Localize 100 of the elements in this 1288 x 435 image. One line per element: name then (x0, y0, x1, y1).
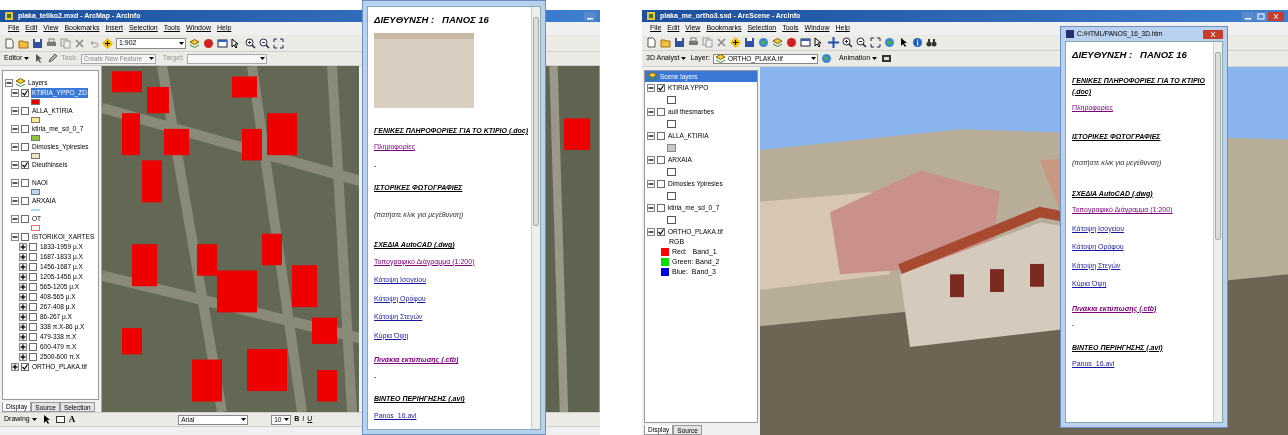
collapse-icon[interactable] (647, 203, 655, 212)
checkbox[interactable] (29, 323, 37, 331)
checkbox[interactable] (21, 215, 29, 223)
caret-icon[interactable] (23, 55, 31, 62)
expand-icon[interactable] (19, 273, 27, 281)
checkbox[interactable] (657, 227, 665, 236)
collapse-icon[interactable] (11, 215, 19, 223)
collapse-icon[interactable] (647, 83, 655, 92)
checkbox[interactable] (21, 179, 29, 187)
checkbox[interactable] (29, 303, 37, 311)
checkbox[interactable] (657, 83, 665, 92)
checkbox[interactable] (29, 243, 37, 251)
new-document-icon[interactable] (646, 37, 657, 48)
checkbox[interactable] (657, 179, 665, 188)
expand-icon[interactable] (19, 343, 27, 351)
sphere-icon[interactable] (203, 37, 214, 49)
text-tool-button[interactable]: A (68, 412, 76, 427)
checkbox[interactable] (657, 107, 665, 116)
checkbox[interactable] (21, 197, 29, 205)
checkbox[interactable] (657, 131, 665, 140)
caret-icon[interactable] (871, 55, 879, 62)
checkbox[interactable] (29, 273, 37, 281)
minimize-icon[interactable] (1242, 11, 1254, 21)
zoom-out-icon[interactable] (259, 37, 270, 49)
collapse-icon[interactable] (647, 179, 655, 188)
checkbox[interactable] (29, 293, 37, 301)
collapse-icon[interactable] (11, 143, 19, 151)
window-icon[interactable] (800, 37, 811, 48)
scrollbar[interactable] (1213, 42, 1222, 422)
window-icon[interactable] (217, 37, 228, 49)
zoom-in-icon[interactable] (842, 37, 853, 48)
collapse-icon[interactable] (647, 131, 655, 140)
checkbox[interactable] (21, 107, 29, 115)
checkbox[interactable] (29, 333, 37, 341)
collapse-icon[interactable] (11, 107, 19, 115)
collapse-icon[interactable] (5, 78, 13, 87)
collapse-icon[interactable] (11, 197, 19, 205)
checkbox[interactable] (21, 143, 29, 151)
layers-icon[interactable] (189, 37, 200, 49)
expand-icon[interactable] (19, 243, 27, 251)
delete-icon[interactable] (74, 37, 85, 49)
expand-icon[interactable] (19, 263, 27, 271)
caret-icon[interactable] (259, 55, 267, 62)
pointer-icon[interactable] (898, 37, 909, 48)
checkbox[interactable] (657, 155, 665, 164)
expand-icon[interactable] (19, 253, 27, 261)
full-extent-icon[interactable] (870, 37, 881, 48)
printer-icon[interactable] (46, 37, 57, 49)
layers-icon[interactable] (772, 37, 783, 48)
maximize-icon[interactable] (1255, 11, 1267, 21)
printer-icon[interactable] (688, 37, 699, 48)
checkbox[interactable] (21, 125, 29, 133)
expand-icon[interactable] (19, 313, 27, 321)
pan-icon[interactable] (828, 37, 839, 48)
expand-icon[interactable] (19, 323, 27, 331)
close-icon[interactable] (1203, 29, 1223, 39)
zoom-in-icon[interactable] (245, 37, 256, 49)
collapse-icon[interactable] (647, 107, 655, 116)
collapse-icon[interactable] (11, 179, 19, 187)
caret-icon[interactable] (283, 416, 291, 423)
binoculars-icon[interactable] (926, 37, 937, 48)
caret-icon[interactable] (240, 416, 248, 423)
full-extent-icon[interactable] (273, 37, 284, 49)
checkbox[interactable] (29, 283, 37, 291)
checkbox[interactable] (21, 161, 29, 169)
collapse-icon[interactable] (11, 161, 19, 169)
expand-icon[interactable] (19, 283, 27, 291)
caret-icon[interactable] (809, 55, 817, 62)
minimize-icon[interactable] (584, 11, 596, 21)
scrollbar[interactable] (531, 7, 540, 429)
expand-icon[interactable] (19, 303, 27, 311)
checkbox[interactable] (29, 253, 37, 261)
caret-icon[interactable] (147, 55, 155, 62)
collapse-icon[interactable] (11, 89, 19, 97)
save-icon[interactable] (674, 37, 685, 48)
caret-icon[interactable] (30, 416, 38, 423)
checkbox[interactable] (29, 263, 37, 271)
info-icon[interactable] (912, 37, 923, 48)
add-data-icon[interactable] (102, 37, 113, 49)
collapse-icon[interactable] (647, 227, 655, 236)
sphere-icon[interactable] (786, 37, 797, 48)
checkbox[interactable] (21, 363, 29, 371)
collapse-icon[interactable] (11, 125, 19, 133)
expand-icon[interactable] (19, 293, 27, 301)
close-icon[interactable] (1268, 11, 1284, 21)
checkbox[interactable] (29, 343, 37, 351)
checkbox[interactable] (657, 203, 665, 212)
collapse-icon[interactable] (11, 233, 19, 241)
expand-icon[interactable] (19, 353, 27, 361)
checkbox[interactable] (29, 353, 37, 361)
add-data-icon[interactable] (730, 37, 741, 48)
checkbox[interactable] (21, 89, 29, 97)
checkbox[interactable] (29, 313, 37, 321)
film-icon[interactable] (881, 53, 893, 64)
zoom-out-icon[interactable] (856, 37, 867, 48)
caret-icon[interactable] (178, 39, 185, 47)
checkbox[interactable] (21, 233, 29, 241)
save-icon[interactable] (744, 37, 755, 48)
caret-icon[interactable] (680, 55, 688, 62)
new-document-icon[interactable] (4, 37, 15, 49)
